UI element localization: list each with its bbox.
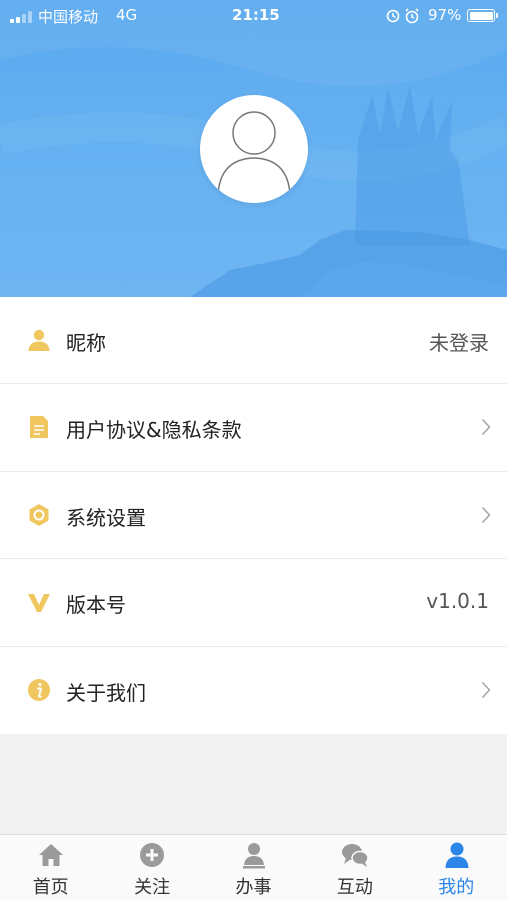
tab-label: 办事 [235, 877, 272, 898]
battery-icon [467, 9, 498, 22]
chevron-right-icon [481, 681, 491, 698]
chat-bubbles-icon [342, 844, 369, 867]
version-icon [28, 594, 50, 613]
menu-item-label: 版本号 [66, 593, 126, 618]
menu-item-user-agreement[interactable]: 用户协议&隐私条款 [0, 384, 507, 472]
network-type: 4G [116, 6, 138, 24]
user-icon [28, 329, 50, 351]
tab-label: 互动 [336, 877, 373, 898]
document-icon [30, 416, 48, 439]
chevron-right-icon [481, 419, 491, 436]
tab-label: 我的 [438, 877, 475, 898]
status-bar: 中国移动 4G 21:15 97% [0, 0, 507, 32]
menu-item-label: 用户协议&隐私条款 [66, 418, 242, 443]
signal-icon [10, 11, 32, 23]
menu-item-label: 昵称 [66, 331, 106, 355]
person-task-icon [242, 843, 265, 869]
tab-services[interactable]: 办事 [203, 835, 304, 900]
menu-item-version[interactable]: 版本号 v1.0.1 [0, 559, 507, 647]
menu-item-value: 未登录 [429, 331, 489, 355]
tab-label: 关注 [134, 877, 171, 898]
profile-header: 中国移动 4G 21:15 97% [0, 0, 507, 297]
tab-mine[interactable]: 我的 [406, 835, 507, 900]
bottom-tab-bar: 首页 关注 办事 互动 我的 [0, 834, 507, 900]
settings-icon [29, 503, 49, 526]
battery-percent: 97% [428, 6, 462, 24]
menu-item-value: v1.0.1 [426, 589, 489, 614]
tab-follow[interactable]: 关注 [101, 835, 202, 900]
alarm-icon [386, 8, 419, 24]
menu-item-label: 关于我们 [66, 680, 146, 705]
tab-label: 首页 [32, 877, 69, 898]
tab-home[interactable]: 首页 [0, 835, 101, 900]
menu-item-label: 系统设置 [66, 505, 146, 530]
menu-item-about-us[interactable]: 关于我们 [0, 646, 507, 734]
menu-item-nickname[interactable]: 昵称 未登录 [0, 297, 507, 385]
avatar[interactable] [200, 95, 308, 203]
status-time: 21:15 [232, 6, 280, 24]
chevron-right-icon [481, 506, 491, 523]
tab-interaction[interactable]: 互动 [304, 835, 405, 900]
home-icon [39, 844, 63, 866]
settings-menu: 昵称 未登录 用户协议&隐私条款 系统设置 版本号 v1.0.1 关于我们 [0, 297, 507, 734]
carrier-name: 中国移动 [38, 8, 99, 26]
profile-icon [445, 842, 469, 868]
default-avatar-icon [217, 111, 291, 196]
plus-circle-icon [140, 843, 165, 867]
info-icon [28, 678, 50, 701]
menu-item-system-settings[interactable]: 系统设置 [0, 471, 507, 560]
